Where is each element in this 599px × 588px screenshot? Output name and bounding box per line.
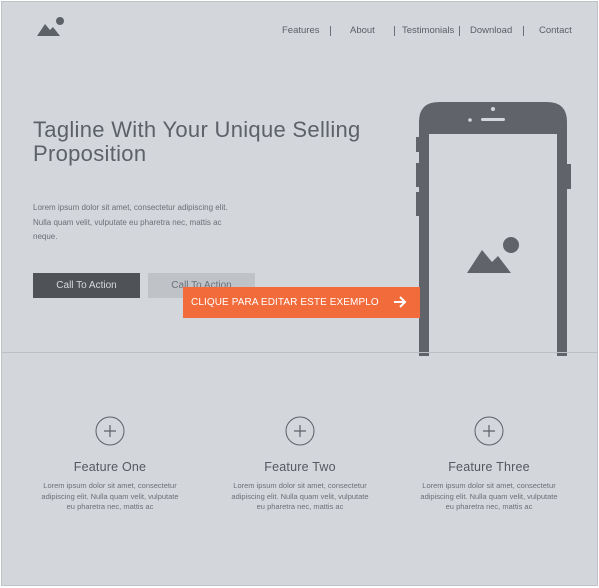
- plus-circle-icon[interactable]: [95, 416, 125, 446]
- feature-card: Feature Three Lorem ipsum dolor sit amet…: [409, 416, 569, 513]
- feature-card: Feature Two Lorem ipsum dolor sit amet, …: [220, 416, 380, 513]
- feature-description: Lorem ipsum dolor sit amet, consectetur …: [231, 481, 369, 511]
- nav-item-about[interactable]: About: [350, 25, 375, 36]
- plus-circle-icon[interactable]: [285, 416, 315, 446]
- nav-separator: [523, 26, 524, 36]
- feature-description: Lorem ipsum dolor sit amet, consectetur …: [41, 481, 179, 511]
- phone-mockup: [416, 102, 571, 356]
- nav-separator: [459, 26, 460, 36]
- arrow-right-icon: [394, 296, 407, 308]
- nav-separator: [394, 26, 395, 36]
- top-nav: Features About Testimonials Download Con…: [272, 25, 572, 39]
- primary-cta-button[interactable]: Call To Action: [33, 273, 140, 298]
- hero-tagline: Tagline With Your Unique Selling Proposi…: [33, 117, 361, 166]
- edit-example-banner[interactable]: CLIQUE PARA EDITAR ESTE EXEMPLO: [183, 287, 420, 318]
- nav-separator: [330, 26, 331, 36]
- hero-description: Lorem ipsum dolor sit amet, consectetur …: [33, 203, 228, 241]
- logo-icon[interactable]: [36, 16, 66, 38]
- nav-item-download[interactable]: Download: [470, 25, 512, 36]
- feature-title: Feature Two: [264, 460, 336, 474]
- nav-item-testimonials[interactable]: Testimonials: [402, 25, 454, 36]
- section-divider: [1, 352, 598, 353]
- plus-circle-icon[interactable]: [474, 416, 504, 446]
- nav-item-contact[interactable]: Contact: [539, 25, 572, 36]
- edit-banner-label: CLIQUE PARA EDITAR ESTE EXEMPLO: [191, 297, 379, 308]
- feature-description: Lorem ipsum dolor sit amet, consectetur …: [420, 481, 558, 511]
- feature-title: Feature Three: [448, 460, 530, 474]
- feature-title: Feature One: [73, 460, 147, 474]
- feature-card: Feature One Lorem ipsum dolor sit amet, …: [30, 416, 190, 513]
- nav-item-features[interactable]: Features: [282, 25, 320, 36]
